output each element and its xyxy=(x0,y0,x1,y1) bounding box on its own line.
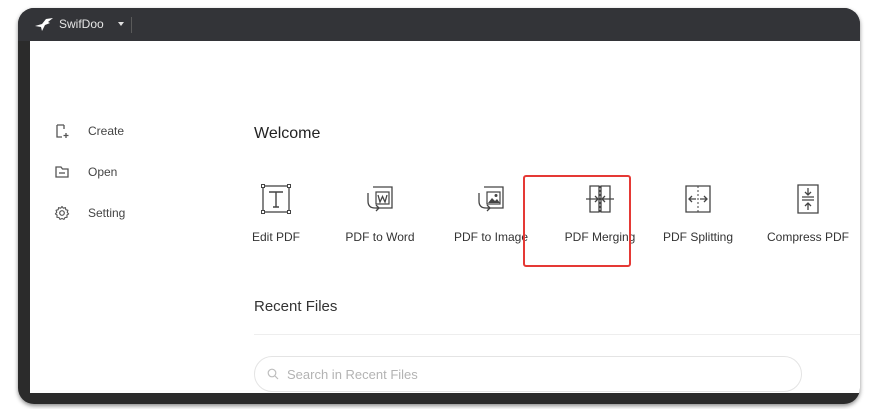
recent-files-heading: Recent Files xyxy=(254,298,338,315)
chevron-down-icon[interactable] xyxy=(117,20,125,28)
tool-edit-pdf[interactable]: Edit PDF xyxy=(242,179,310,263)
title-bar: SwifDoo xyxy=(18,8,860,41)
tool-label: PDF to Image xyxy=(453,230,529,244)
merge-icon xyxy=(586,185,614,213)
app-name[interactable]: SwifDoo xyxy=(59,17,104,31)
tool-compress-pdf[interactable]: Compress PDF xyxy=(764,179,852,263)
app-window: SwifDoo Create Open Setting Welcome Edit… xyxy=(18,8,860,404)
main-content: Create Open Setting Welcome Edit PDF PDF… xyxy=(30,41,860,393)
sidebar-item-setting[interactable]: Setting xyxy=(54,203,125,223)
open-folder-icon xyxy=(55,166,69,178)
title-divider xyxy=(131,17,132,33)
welcome-heading: Welcome xyxy=(254,125,321,142)
tool-pdf-to-image[interactable]: PDF to Image xyxy=(446,179,536,263)
tool-pdf-splitting[interactable]: PDF Splitting xyxy=(658,179,738,263)
tool-pdf-to-word[interactable]: PDF to Word xyxy=(340,179,420,263)
compress-icon xyxy=(797,184,819,214)
sidebar-item-label: Open xyxy=(88,165,118,179)
tool-label: PDF Splitting xyxy=(662,230,734,244)
split-icon xyxy=(685,185,711,213)
tool-label: Edit PDF xyxy=(251,230,300,244)
pdf-to-image-icon xyxy=(478,186,504,212)
recent-search-box[interactable] xyxy=(254,356,802,392)
search-input[interactable] xyxy=(285,365,769,383)
pdf-to-word-icon xyxy=(367,186,393,212)
gear-icon xyxy=(54,205,70,220)
sidebar-item-label: Setting xyxy=(88,206,126,220)
tool-label: Compress PDF xyxy=(766,230,849,244)
sidebar-item-label: Create xyxy=(88,124,125,138)
tool-pdf-merging[interactable]: PDF Merging xyxy=(560,179,640,263)
edit-text-icon xyxy=(261,184,291,214)
tool-label: PDF Merging xyxy=(564,230,636,244)
sidebar-item-create[interactable]: Create xyxy=(54,121,124,141)
sidebar-item-open[interactable]: Open xyxy=(54,162,117,182)
search-icon xyxy=(267,368,279,380)
swift-bird-logo-icon xyxy=(35,18,53,31)
tool-label: PDF to Word xyxy=(345,230,415,244)
create-icon xyxy=(56,124,69,138)
recent-divider xyxy=(254,334,860,335)
